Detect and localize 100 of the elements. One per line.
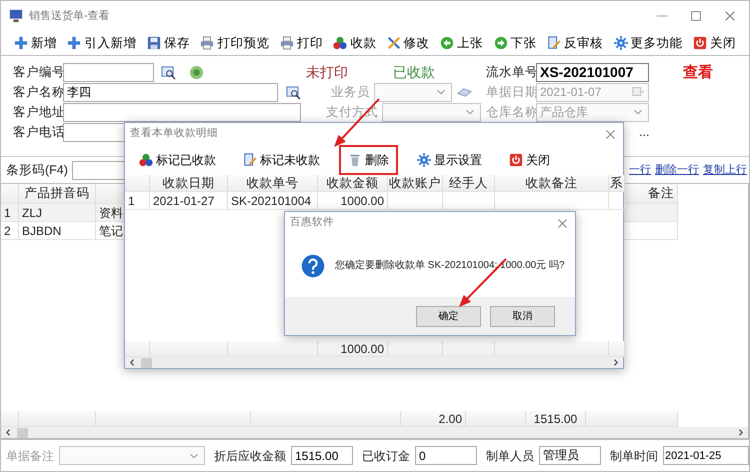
dialog-button[interactable]: 确定 <box>416 306 481 326</box>
chevron-left-icon[interactable] <box>128 358 137 367</box>
scrollbar-thumb[interactable] <box>141 358 152 368</box>
row-number: 2 <box>1 222 19 240</box>
toolbar-button[interactable]: 显示设置 <box>409 145 490 175</box>
chevron-left-icon[interactable] <box>4 428 13 437</box>
table-cell: BJBDN <box>19 222 96 240</box>
power-icon <box>692 36 707 50</box>
toolbar-button[interactable]: 保存 <box>146 34 191 52</box>
monitor-icon <box>9 9 23 23</box>
round-button-icon[interactable] <box>189 64 204 80</box>
search-icon[interactable] <box>286 84 301 100</box>
more-button[interactable]: ... <box>639 122 650 142</box>
empty-cell <box>388 192 443 210</box>
chevron-right-icon[interactable] <box>611 358 620 367</box>
row-action-link[interactable]: 一行 <box>629 162 651 178</box>
dialog-message: 您确定要删除收款单 SK-202101004; 1000.00元 吗? <box>335 258 565 273</box>
scrollbar-thumb[interactable] <box>17 428 28 438</box>
toolbar-button[interactable]: 打印 <box>278 34 324 52</box>
plus-icon <box>14 36 28 50</box>
gear-icon <box>614 36 628 50</box>
row-action-link[interactable]: 复制上行 <box>703 162 747 178</box>
toolbar-button[interactable]: 关闭 <box>501 145 558 175</box>
text-field[interactable]: 2021-01-25 <box>663 446 749 465</box>
column-header: 收款日期 <box>150 175 228 192</box>
field-label: 业务员 <box>331 84 370 101</box>
crossed-tools-icon <box>386 36 401 50</box>
chevron-right-icon[interactable] <box>736 428 745 437</box>
toolbar-button[interactable]: 新增 <box>13 34 58 52</box>
text-field[interactable]: 管理员 <box>539 446 601 465</box>
toolbar-button[interactable]: 上张 <box>439 34 484 52</box>
column-header: 产品拼音码 <box>19 184 96 204</box>
printer-icon <box>200 36 214 50</box>
field-label: 客户编号 <box>13 64 63 81</box>
text-field[interactable] <box>63 62 154 82</box>
calendar-icon <box>631 85 645 99</box>
search-icon[interactable] <box>161 64 176 80</box>
total-cell: 1515.00 <box>526 411 586 427</box>
text-field[interactable]: 1515.00 <box>291 446 353 465</box>
dialog-title: 查看本单收款明细 <box>130 126 218 142</box>
toolbar-button[interactable]: 引入新增 <box>66 34 138 52</box>
printer-icon <box>280 36 294 50</box>
column-header: 收款金额 <box>318 175 388 192</box>
close-icon[interactable] <box>604 128 617 140</box>
row-number: 1 <box>125 192 150 210</box>
text-field[interactable]: 李四 <box>63 82 278 102</box>
colored-balls-icon <box>139 153 153 167</box>
toolbar-button[interactable]: 更多功能 <box>612 34 684 52</box>
field-label: 已收订金 <box>362 448 410 464</box>
close-icon[interactable] <box>556 216 569 230</box>
column-header: 经手人 <box>443 175 495 192</box>
field-label: 折后应收金额 <box>214 448 286 464</box>
plus-icon <box>67 36 82 50</box>
row-action-link[interactable]: 删除一行 <box>655 162 699 178</box>
dialog-title: 百惠软件 <box>290 215 334 230</box>
dialog-button[interactable]: 取消 <box>490 306 555 326</box>
field-label: 条形码(F4) <box>6 162 68 179</box>
row-number: 1 <box>1 204 19 222</box>
print-status: 未打印 <box>306 62 348 82</box>
toolbar-button[interactable]: 标记未收款 <box>235 145 328 175</box>
column-header: 收款单号 <box>228 175 318 192</box>
toolbar-button[interactable]: 收款 <box>332 34 378 52</box>
toolbar-button[interactable]: 删除 <box>339 145 398 175</box>
field-label: 单据备注 <box>6 448 54 464</box>
field-label: 制单时间 <box>610 448 658 464</box>
column-header: 收款备注 <box>495 175 609 192</box>
field-label: 客户地址 <box>13 104 63 121</box>
toolbar-button[interactable]: 打印预览 <box>199 34 270 52</box>
empty-cell <box>443 192 495 210</box>
toolbar-button[interactable]: 反审核 <box>546 34 604 52</box>
column-header: 系 <box>609 175 625 192</box>
text-field[interactable]: 0 <box>415 446 477 465</box>
payment-status: 已收款 <box>393 62 435 82</box>
text-field[interactable] <box>63 102 301 122</box>
question-icon <box>301 254 325 278</box>
toolbar-button[interactable]: 标记已收款 <box>131 145 224 175</box>
table-cell: ZLJ <box>19 204 96 222</box>
colored-balls-icon <box>333 36 348 50</box>
mode-label: 查看 <box>683 62 713 83</box>
document-pen-icon <box>547 36 562 50</box>
table-cell: 2021-01-27 <box>150 192 228 210</box>
power-icon <box>509 153 523 167</box>
close-icon[interactable] <box>723 9 737 23</box>
table-cell: SK-202101004 <box>228 192 318 210</box>
toolbar-button[interactable]: 下张 <box>492 34 538 52</box>
document-pen-icon <box>243 153 257 167</box>
left-arrow-circle-icon <box>440 36 454 50</box>
trash-icon <box>348 153 362 167</box>
field-label: 制单人员 <box>486 448 534 464</box>
total-cell: 1000.00 <box>318 341 388 357</box>
right-arrow-circle-icon <box>494 36 508 50</box>
toolbar-button[interactable]: 修改 <box>386 34 431 52</box>
text-field[interactable]: XS-202101007 <box>536 62 649 82</box>
total-cell: 2.00 <box>401 411 466 427</box>
column-header: 收款账户 <box>388 175 443 192</box>
toolbar-button[interactable]: 关闭 <box>692 34 737 52</box>
maximize-icon[interactable] <box>689 9 703 23</box>
field-label: 流水单号 <box>486 64 536 81</box>
gear-icon <box>417 153 431 167</box>
table-cell: 1000.00 <box>318 192 388 210</box>
